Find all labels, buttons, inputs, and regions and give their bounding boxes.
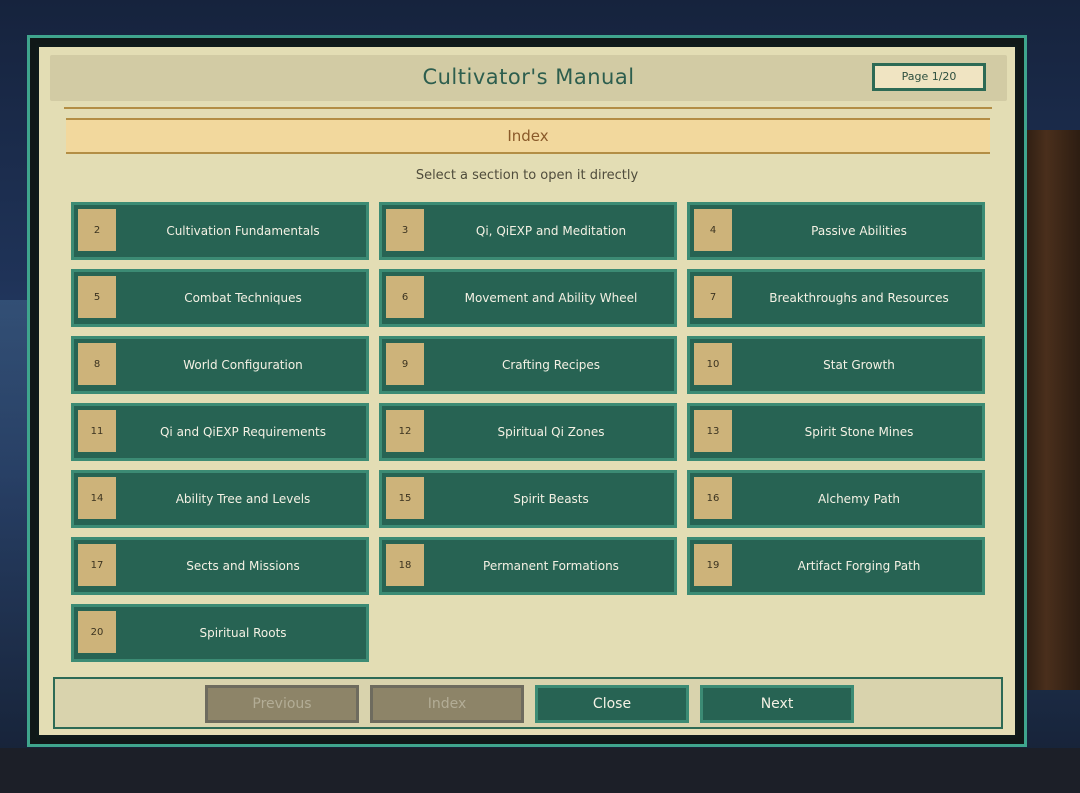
section-button[interactable]: 2 Cultivation Fundamentals (71, 202, 369, 260)
section-label: Artifact Forging Path (797, 559, 921, 573)
section-number: 17 (78, 544, 116, 586)
section-number: 16 (694, 477, 732, 519)
section-button[interactable]: 8 World Configuration (71, 336, 369, 394)
section-label: Stat Growth (823, 358, 895, 372)
next-button[interactable]: Next (700, 685, 854, 723)
index-heading: Index (66, 118, 990, 154)
section-number: 2 (78, 209, 116, 251)
section-number: 14 (78, 477, 116, 519)
section-label: Qi, QiEXP and Meditation (475, 224, 627, 238)
section-label: Breakthroughs and Resources (769, 291, 949, 305)
section-label: Spiritual Qi Zones (497, 425, 605, 439)
section-button[interactable]: 17 Sects and Missions (71, 537, 369, 595)
section-label: Ability Tree and Levels (175, 492, 311, 506)
section-label: Movement and Ability Wheel (464, 291, 638, 305)
section-button[interactable]: 7 Breakthroughs and Resources (687, 269, 985, 327)
section-number: 12 (386, 410, 424, 452)
section-label: Alchemy Path (817, 492, 901, 506)
section-number: 7 (694, 276, 732, 318)
section-number: 5 (78, 276, 116, 318)
previous-button[interactable]: Previous (205, 685, 359, 723)
section-number: 6 (386, 276, 424, 318)
window-title: Cultivator's Manual (422, 65, 635, 89)
section-button[interactable]: 11 Qi and QiEXP Requirements (71, 403, 369, 461)
section-button[interactable]: 9 Crafting Recipes (379, 336, 677, 394)
page-indicator: Page 1/20 (872, 63, 986, 91)
section-button[interactable]: 4 Passive Abilities (687, 202, 985, 260)
section-button[interactable]: 19 Artifact Forging Path (687, 537, 985, 595)
manual-content: Cultivator's Manual Page 1/20 Index Sele… (39, 47, 1015, 735)
section-label: Sects and Missions (186, 559, 300, 573)
section-label: Qi and QiEXP Requirements (159, 425, 327, 439)
section-label: World Configuration (183, 358, 303, 372)
section-label: Permanent Formations (483, 559, 619, 573)
section-number: 13 (694, 410, 732, 452)
section-number: 10 (694, 343, 732, 385)
section-grid: 2 Cultivation Fundamentals 3 Qi, QiEXP and … (71, 202, 985, 662)
section-number: 15 (386, 477, 424, 519)
section-button[interactable]: 5 Combat Techniques (71, 269, 369, 327)
title-bar: Cultivator's Manual Page 1/20 (50, 55, 1007, 101)
background-ground (0, 748, 1080, 793)
section-label: Passive Abilities (811, 224, 907, 238)
section-button[interactable]: 16 Alchemy Path (687, 470, 985, 528)
section-label: Cultivation Fundamentals (166, 224, 320, 238)
section-button[interactable]: 13 Spirit Stone Mines (687, 403, 985, 461)
section-number: 3 (386, 209, 424, 251)
background-tree (1024, 130, 1080, 690)
section-label: Combat Techniques (184, 291, 302, 305)
section-button[interactable]: 10 Stat Growth (687, 336, 985, 394)
index-button[interactable]: Index (370, 685, 524, 723)
manual-window: Cultivator's Manual Page 1/20 Index Sele… (27, 35, 1027, 747)
section-number: 4 (694, 209, 732, 251)
close-button[interactable]: Close (535, 685, 689, 723)
section-button[interactable]: 14 Ability Tree and Levels (71, 470, 369, 528)
section-number: 8 (78, 343, 116, 385)
section-button[interactable]: 20 Spiritual Roots (71, 604, 369, 662)
section-number: 19 (694, 544, 732, 586)
section-label: Crafting Recipes (501, 358, 601, 372)
section-button[interactable]: 15 Spirit Beasts (379, 470, 677, 528)
index-subtitle: Select a section to open it directly (415, 168, 639, 183)
section-number: 11 (78, 410, 116, 452)
section-number: 20 (78, 611, 116, 653)
section-label: Spirit Stone Mines (804, 425, 914, 439)
footer-bar: Previous Index Close Next (53, 677, 1003, 729)
section-label: Spirit Beasts (513, 492, 589, 506)
section-button[interactable]: 3 Qi, QiEXP and Meditation (379, 202, 677, 260)
divider-top (64, 107, 992, 109)
section-number: 18 (386, 544, 424, 586)
section-button[interactable]: 12 Spiritual Qi Zones (379, 403, 677, 461)
section-label: Spiritual Roots (199, 626, 287, 640)
section-number: 9 (386, 343, 424, 385)
section-button[interactable]: 18 Permanent Formations (379, 537, 677, 595)
section-button[interactable]: 6 Movement and Ability Wheel (379, 269, 677, 327)
